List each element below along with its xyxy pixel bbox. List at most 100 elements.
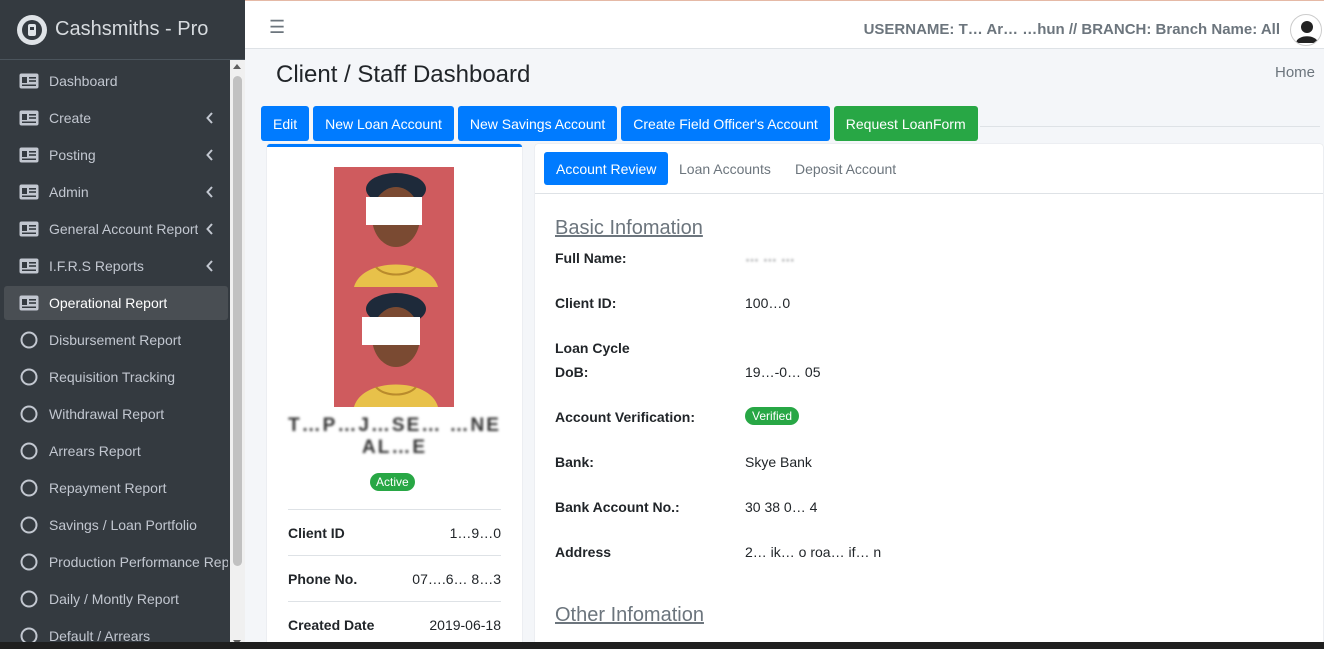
dob-label: DoB:: [555, 364, 589, 380]
detail-tabs: Account Review Loan Accounts Deposit Acc…: [535, 144, 1323, 194]
bank-account-label: Bank Account No.:: [555, 499, 680, 515]
sidebar-item-daily-montly-report[interactable]: Daily / Montly Report: [4, 582, 228, 616]
sidebar-item-label: Admin: [49, 184, 89, 200]
profile-row-key: Created Date: [288, 616, 375, 633]
scroll-up-icon[interactable]: [233, 64, 241, 69]
sidebar-item-label: General Account Report: [49, 221, 199, 237]
profile-row: Created Date 2019-06-18: [288, 601, 501, 647]
profile-name-line2: AL…E: [362, 437, 427, 458]
profile-row: Client ID 1…9…0: [288, 509, 501, 555]
profile-name: T…P…J…SE… …NE AL…E: [267, 415, 522, 459]
bank-value: Skye Bank: [745, 454, 812, 470]
profile-row-key: Client ID: [288, 524, 345, 541]
circle-icon: [19, 331, 39, 349]
circle-icon: [19, 553, 39, 571]
loan-cycle-label: Loan Cycle: [555, 340, 630, 356]
circle-icon: [19, 479, 39, 497]
id-card-icon: [19, 147, 39, 163]
sidebar-item-arrears-report[interactable]: Arrears Report: [4, 434, 228, 468]
user-avatar[interactable]: [1290, 14, 1322, 46]
bank-label: Bank:: [555, 454, 594, 470]
address-value: 2… ik… o roa… if… n: [745, 544, 882, 560]
sidebar-item-label: Disbursement Report: [49, 332, 182, 348]
sidebar-item-operational-report[interactable]: Operational Report: [4, 286, 228, 320]
brand-logo-icon: [17, 14, 47, 45]
client-id-value: 100…0: [745, 295, 791, 311]
sidebar-item-savings-loan-portfolio[interactable]: Savings / Loan Portfolio: [4, 508, 228, 542]
profile-details-list: Client ID 1…9…0 Phone No. 07….6… 8…3 Created…: [288, 509, 501, 647]
sidebar: Cashsmiths - Pro Dashboard Create Posting A…: [0, 0, 245, 649]
sidebar-item-label: I.F.R.S Reports: [49, 258, 144, 274]
sidebar-item-label: Production Performance Rep: [48, 554, 228, 570]
tab-loan-accounts[interactable]: Loan Accounts: [667, 152, 783, 185]
client-id-label: Client ID:: [555, 295, 617, 311]
sidebar-item-general-account-report[interactable]: General Account Report: [4, 212, 228, 246]
full-name-label: Full Name:: [555, 250, 627, 266]
new-savings-account-button[interactable]: New Savings Account: [457, 106, 618, 141]
sidebar-item-posting[interactable]: Posting: [4, 138, 228, 172]
sidebar-item-dashboard[interactable]: Dashboard: [4, 64, 228, 98]
profile-row-value: 1…9…0: [449, 524, 501, 541]
bank-account-value: 30 38 0… 4: [745, 499, 818, 515]
full-name-value: … … …: [745, 248, 795, 264]
breadcrumb-home[interactable]: Home: [1275, 64, 1315, 81]
sidebar-item-i-f-r-s-reports[interactable]: I.F.R.S Reports: [4, 249, 228, 283]
request-loan-form-button[interactable]: Request LoanForm: [833, 106, 978, 141]
menu-toggle-icon[interactable]: ☰: [269, 17, 285, 38]
sidebar-item-label: Savings / Loan Portfolio: [49, 517, 197, 533]
edit-button[interactable]: Edit: [261, 106, 310, 141]
sidebar-item-withdrawal-report[interactable]: Withdrawal Report: [4, 397, 228, 431]
profile-card: T…P…J…SE… …NE AL…E Active Client ID 1…9…0…: [267, 144, 522, 649]
chevron-left-icon: [206, 259, 214, 275]
sidebar-item-admin[interactable]: Admin: [4, 175, 228, 209]
circle-icon: [19, 516, 39, 534]
sidebar-item-requisition-tracking[interactable]: Requisition Tracking: [4, 360, 228, 394]
circle-icon: [19, 442, 39, 460]
detail-card: Account Review Loan Accounts Deposit Acc…: [535, 144, 1323, 649]
sidebar-item-label: Requisition Tracking: [49, 369, 176, 385]
topbar: ☰ USERNAME: T… Ar… …hun // BRANCH: Branc…: [245, 0, 1324, 49]
divider: [980, 126, 1320, 127]
scroll-thumb[interactable]: [233, 76, 242, 566]
sidebar-item-label: Withdrawal Report: [49, 406, 165, 422]
profile-row: Phone No. 07….6… 8…3: [288, 555, 501, 601]
brand-name: Cashsmiths - Pro: [55, 18, 209, 40]
create-field-officer-button[interactable]: Create Field Officer's Account: [621, 106, 830, 141]
sidebar-item-disbursement-report[interactable]: Disbursement Report: [4, 323, 228, 357]
sidebar-item-label: Arrears Report: [49, 443, 141, 459]
user-info: USERNAME: T… Ar… …hun // BRANCH: Branch …: [863, 21, 1280, 38]
new-loan-account-button[interactable]: New Loan Account: [313, 106, 454, 141]
profile-row-value: 07….6… 8…3: [412, 570, 501, 587]
sidebar-item-repayment-report[interactable]: Repayment Report: [4, 471, 228, 505]
address-label: Address: [555, 544, 612, 560]
client-photo: [334, 167, 454, 407]
profile-row-key: Phone No.: [288, 570, 358, 587]
chevron-left-icon: [206, 148, 214, 164]
id-card-icon: [19, 221, 39, 237]
circle-icon: [19, 405, 39, 423]
verified-badge: Verified: [745, 407, 800, 425]
taskbar: [0, 642, 1324, 649]
tab-account-review[interactable]: Account Review: [544, 152, 669, 185]
dob-value: 19…-0… 05: [745, 364, 821, 380]
sidebar-item-create[interactable]: Create: [4, 101, 228, 135]
action-buttons: Edit New Loan Account New Savings Accoun…: [261, 106, 978, 141]
sidebar-nav: Dashboard Create Posting Admin General Accou…: [4, 64, 228, 649]
circle-icon: [19, 368, 39, 386]
page-title: Client / Staff Dashboard: [276, 61, 531, 88]
sidebar-item-label: Operational Report: [49, 295, 168, 311]
profile-row-value: 2019-06-18: [429, 616, 501, 633]
chevron-left-icon: [206, 111, 214, 127]
sidebar-item-label: Create: [49, 110, 92, 126]
sidebar-item-label: Repayment Report: [49, 480, 167, 496]
sidebar-item-production-performance-rep[interactable]: Production Performance Rep: [4, 545, 228, 579]
id-card-icon: [19, 184, 39, 200]
tab-deposit-account[interactable]: Deposit Account: [783, 152, 908, 185]
id-card-icon: [19, 110, 39, 126]
sidebar-scrollbar[interactable]: [230, 60, 245, 649]
circle-icon: [19, 590, 39, 608]
brand[interactable]: Cashsmiths - Pro: [0, 0, 245, 60]
profile-name-line1: T…P…J…SE… …NE: [288, 415, 501, 436]
id-card-icon: [19, 258, 39, 274]
id-card-icon: [19, 73, 39, 89]
